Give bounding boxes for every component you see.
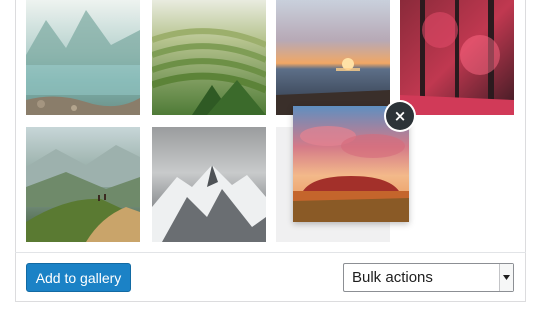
remove-image-button[interactable]: ×: [386, 102, 414, 130]
chevron-down-icon[interactable]: [499, 264, 513, 291]
gallery-image-snowy-peaks[interactable]: [152, 127, 266, 242]
gallery-image-ocean-sunset[interactable]: [276, 0, 390, 115]
gallery-image-misty-lake[interactable]: [26, 0, 140, 115]
gallery-image-red-forest[interactable]: [400, 0, 514, 115]
bulk-actions-value: Bulk actions: [352, 269, 433, 286]
gallery-image-rice-terraces[interactable]: [152, 0, 266, 115]
add-to-gallery-button[interactable]: Add to gallery: [26, 263, 131, 292]
bulk-actions-select[interactable]: Bulk actions: [343, 263, 514, 292]
gallery-image-mountain-hikers[interactable]: [26, 127, 140, 242]
footer-divider: [15, 252, 526, 253]
